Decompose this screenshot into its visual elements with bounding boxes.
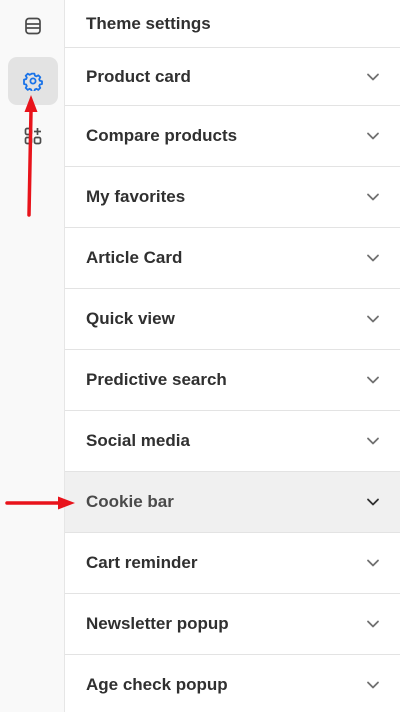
chevron-down-icon bbox=[367, 132, 379, 140]
settings-item-newsletter-popup[interactable]: Newsletter popup bbox=[65, 594, 400, 655]
chevron-down-icon bbox=[367, 193, 379, 201]
settings-item-label: Compare products bbox=[86, 126, 238, 145]
panel-title: Theme settings bbox=[65, 0, 400, 48]
theme-settings-button[interactable] bbox=[8, 57, 58, 105]
settings-item-label: Cookie bar bbox=[86, 492, 174, 511]
chevron-down-icon bbox=[367, 620, 379, 628]
chevron-down-icon bbox=[367, 73, 379, 80]
settings-item-label: Newsletter popup bbox=[86, 614, 229, 633]
editor-sidebar-rail bbox=[0, 0, 65, 712]
settings-item-label: Article Card bbox=[86, 248, 183, 267]
gear-icon bbox=[23, 72, 43, 91]
settings-list: Product card Compare products My favorit… bbox=[65, 48, 400, 712]
theme-editor: Theme settings Product card Compare prod… bbox=[0, 0, 400, 712]
settings-item-label: Age check popup bbox=[86, 675, 228, 694]
chevron-down-icon bbox=[367, 315, 379, 323]
apps-add-icon bbox=[24, 127, 42, 145]
settings-item-quick-view[interactable]: Quick view bbox=[65, 289, 400, 350]
settings-item-label: Predictive search bbox=[86, 370, 227, 389]
settings-item-predictive-search[interactable]: Predictive search bbox=[65, 350, 400, 411]
settings-item-cookie-bar[interactable]: Cookie bar bbox=[65, 472, 400, 533]
theme-settings-panel: Theme settings Product card Compare prod… bbox=[65, 0, 400, 712]
chevron-down-icon bbox=[367, 559, 379, 567]
chevron-down-icon bbox=[367, 437, 379, 445]
settings-item-my-favorites[interactable]: My favorites bbox=[65, 167, 400, 228]
apps-button[interactable] bbox=[8, 112, 58, 160]
settings-item-label: Cart reminder bbox=[86, 553, 198, 572]
sections-button[interactable] bbox=[8, 2, 58, 50]
sections-icon bbox=[25, 17, 41, 35]
settings-item-label: My favorites bbox=[86, 187, 186, 206]
settings-item-cart-reminder[interactable]: Cart reminder bbox=[65, 533, 400, 594]
chevron-down-icon bbox=[367, 376, 379, 384]
settings-item-age-check-popup[interactable]: Age check popup bbox=[65, 655, 400, 712]
settings-item-article-card[interactable]: Article Card bbox=[65, 228, 400, 289]
chevron-down-icon bbox=[367, 254, 379, 262]
settings-item-product-card[interactable]: Product card bbox=[65, 48, 400, 106]
settings-item-label: Product card bbox=[86, 66, 191, 86]
chevron-down-icon bbox=[367, 681, 379, 689]
settings-item-compare-products[interactable]: Compare products bbox=[65, 106, 400, 167]
settings-item-social-media[interactable]: Social media bbox=[65, 411, 400, 472]
settings-item-label: Social media bbox=[86, 431, 190, 450]
chevron-down-icon bbox=[367, 498, 379, 506]
settings-item-label: Quick view bbox=[86, 309, 175, 328]
